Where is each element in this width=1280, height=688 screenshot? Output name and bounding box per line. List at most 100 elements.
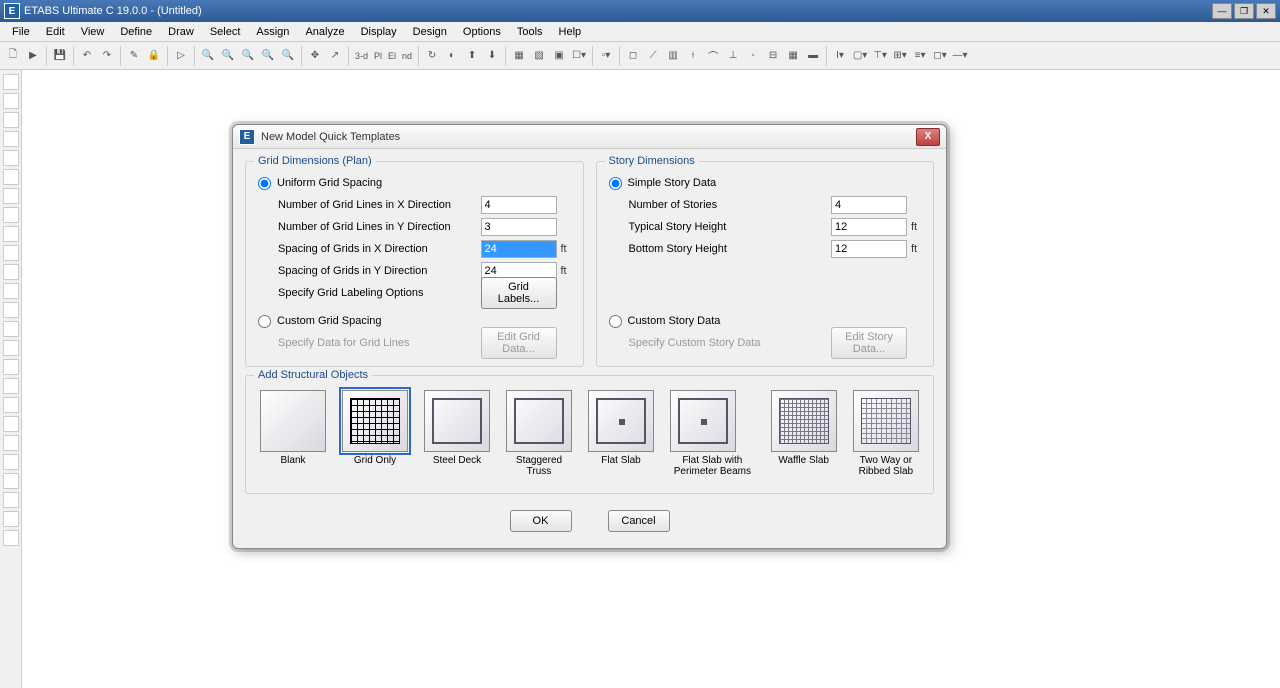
menu-tools[interactable]: Tools (509, 24, 551, 40)
draw-grid-icon[interactable] (3, 340, 19, 356)
shell-icon[interactable]: ▥ (664, 47, 682, 65)
menu-design[interactable]: Design (405, 24, 455, 40)
uniform-grid-radio[interactable] (258, 177, 271, 190)
tendon-icon[interactable]: ⌒ (704, 47, 722, 65)
object-icon[interactable]: ▦ (510, 47, 528, 65)
draw-quick-icon[interactable] (3, 245, 19, 261)
offset-icon[interactable]: ⊟ (764, 47, 782, 65)
close-button[interactable]: ✕ (1256, 3, 1276, 19)
draw-rect-icon[interactable] (3, 226, 19, 242)
draw-ref-icon[interactable] (3, 378, 19, 394)
bot-height-input[interactable] (831, 240, 907, 258)
open-icon[interactable]: ▶ (24, 47, 42, 65)
view-elev[interactable]: El (386, 51, 398, 61)
save-icon[interactable]: 💾 (51, 47, 69, 65)
dd3-icon[interactable]: ⊤▾ (871, 47, 889, 65)
dd1-icon[interactable]: I▾ (831, 47, 849, 65)
mesh-icon[interactable]: ▦ (784, 47, 802, 65)
perspective-icon[interactable]: ◐ (443, 47, 461, 65)
view-node[interactable]: nd (400, 51, 414, 61)
joint-icon[interactable]: ◻ (624, 47, 642, 65)
menu-assign[interactable]: Assign (248, 24, 297, 40)
extrude-icon[interactable]: ▣ (550, 47, 568, 65)
run-icon[interactable]: ▷ (172, 47, 190, 65)
pier-icon[interactable]: ▬ (804, 47, 822, 65)
sp-x-input[interactable] (481, 240, 557, 258)
menu-options[interactable]: Options (455, 24, 509, 40)
down-icon[interactable]: ⬇ (483, 47, 501, 65)
snap5-icon[interactable] (3, 492, 19, 508)
snap6-icon[interactable] (3, 511, 19, 527)
more1-icon[interactable]: ▫▾ (597, 47, 615, 65)
dd7-icon[interactable]: ―▾ (951, 47, 969, 65)
custom-grid-radio[interactable] (258, 315, 271, 328)
ok-button[interactable]: OK (510, 510, 572, 532)
menu-file[interactable]: File (4, 24, 38, 40)
pointer-icon[interactable] (3, 74, 19, 90)
draw-brace-icon[interactable] (3, 150, 19, 166)
set-display-icon[interactable]: ☐▾ (570, 47, 588, 65)
menu-analyze[interactable]: Analyze (297, 24, 352, 40)
refresh-icon[interactable]: ✎ (125, 47, 143, 65)
move-icon[interactable]: ↗ (326, 47, 344, 65)
support-icon[interactable]: ⊥ (724, 47, 742, 65)
menu-select[interactable]: Select (202, 24, 249, 40)
up-icon[interactable]: ⬆ (463, 47, 481, 65)
frame-icon[interactable]: ⟋ (644, 47, 662, 65)
simple-story-radio[interactable] (609, 177, 622, 190)
grid-labels-button[interactable]: Grid Labels... (481, 277, 557, 309)
zoom-prev-icon[interactable]: 🔍 (259, 47, 277, 65)
menu-view[interactable]: View (73, 24, 113, 40)
zoom-fit-icon[interactable]: 🔍 (239, 47, 257, 65)
view-3d[interactable]: 3-d (353, 51, 370, 61)
num-x-input[interactable] (481, 196, 557, 214)
num-y-input[interactable] (481, 218, 557, 236)
template-flat-slab-perimeter[interactable]: Flat Slab with Perimeter Beams (670, 390, 755, 477)
menu-help[interactable]: Help (551, 24, 590, 40)
cancel-button[interactable]: Cancel (608, 510, 670, 532)
dd5-icon[interactable]: ≡▾ (911, 47, 929, 65)
draw-sec-icon[interactable] (3, 169, 19, 185)
maximize-button[interactable]: ❐ (1234, 3, 1254, 19)
template-steel-deck[interactable]: Steel Deck (424, 390, 490, 477)
draw-load-icon[interactable] (3, 397, 19, 413)
snap2-icon[interactable] (3, 435, 19, 451)
link-icon[interactable]: ⟊ (684, 47, 702, 65)
snap4-icon[interactable] (3, 473, 19, 489)
snap-icon[interactable] (3, 416, 19, 432)
snap3-icon[interactable] (3, 454, 19, 470)
dialog-title-bar[interactable]: E New Model Quick Templates X (233, 125, 946, 149)
redo-icon[interactable]: ↷ (98, 47, 116, 65)
minimize-button[interactable]: — (1212, 3, 1232, 19)
template-staggered-truss[interactable]: Staggered Truss (506, 390, 572, 477)
snap7-icon[interactable] (3, 530, 19, 546)
menu-draw[interactable]: Draw (160, 24, 202, 40)
draw-wall2-icon[interactable] (3, 264, 19, 280)
dd6-icon[interactable]: ◻▾ (931, 47, 949, 65)
menu-edit[interactable]: Edit (38, 24, 73, 40)
draw-link-icon[interactable] (3, 321, 19, 337)
menu-display[interactable]: Display (353, 24, 405, 40)
zoom-out-icon[interactable]: 🔍 (219, 47, 237, 65)
pan-icon[interactable]: ✥ (306, 47, 324, 65)
reshape-icon[interactable] (3, 93, 19, 109)
shrink-icon[interactable]: ▧ (530, 47, 548, 65)
draw-stack-icon[interactable] (3, 302, 19, 318)
dd4-icon[interactable]: ⊞▾ (891, 47, 909, 65)
draw-wall3-icon[interactable] (3, 283, 19, 299)
template-waffle-slab[interactable]: Waffle Slab (771, 390, 837, 477)
draw-col-icon[interactable] (3, 131, 19, 147)
template-two-way-ribbed[interactable]: Two Way or Ribbed Slab (853, 390, 919, 477)
rotate-icon[interactable]: ↻ (423, 47, 441, 65)
dialog-close-button[interactable]: X (916, 128, 940, 146)
typ-height-input[interactable] (831, 218, 907, 236)
lock-icon[interactable]: 🔒 (145, 47, 163, 65)
draw-floor-icon[interactable] (3, 188, 19, 204)
zoom-in-icon[interactable]: 🔍 (199, 47, 217, 65)
undo-icon[interactable]: ↶ (78, 47, 96, 65)
menu-define[interactable]: Define (112, 24, 160, 40)
view-plan[interactable]: Pl (372, 51, 384, 61)
release-icon[interactable]: ◦ (744, 47, 762, 65)
draw-dim-icon[interactable] (3, 359, 19, 375)
template-flat-slab[interactable]: Flat Slab (588, 390, 654, 477)
